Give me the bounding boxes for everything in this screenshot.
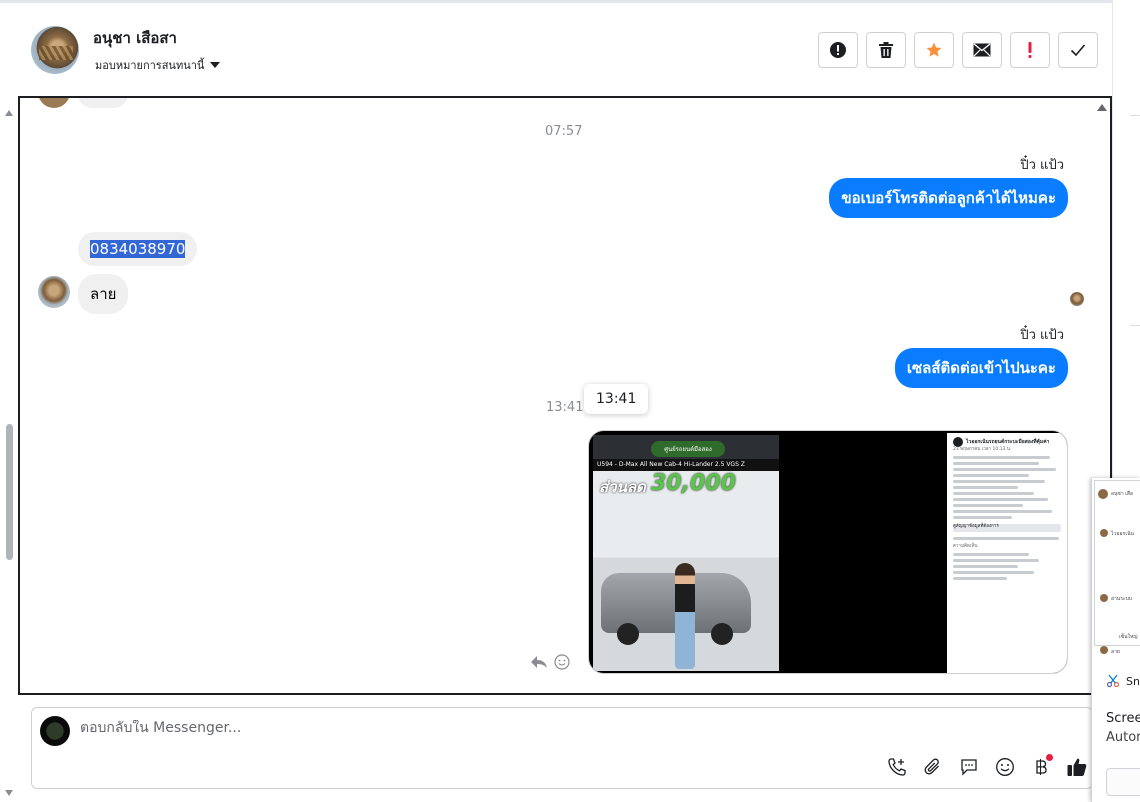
thumbs-up-icon [1067,758,1087,776]
panel-divider [1130,325,1140,326]
sender-name: ปิ๋ว แป้ว [1020,328,1064,343]
post-details-panel: ไวออกเน้นรถยนต์กระบะมือสองที่คุ้มค่า 23 … [947,433,1067,673]
saved-replies-button[interactable] [956,754,982,780]
important-button[interactable] [1010,32,1050,68]
scroll-up-arrow[interactable] [5,110,13,116]
emoji-button[interactable] [992,754,1018,780]
assign-conversation-dropdown[interactable]: มอบหมายการสนทนานี้ [95,56,221,74]
notification-subtitle: Autor [1106,730,1140,745]
preview-text: อนุชา เสือ [1111,491,1133,497]
payment-button[interactable] [1028,754,1054,780]
message-thread[interactable]: 07:57 ปิ๋ว แป้ว ขอเบอร์โทรติดต่อลูกค้าได… [18,96,1112,695]
avatar [1100,646,1108,654]
react-emoji-icon[interactable] [554,654,570,670]
sender-name: ปิ๋ว แป้ว [1020,158,1064,173]
page-scrollbar[interactable] [0,100,18,800]
snipping-app-header: Sn [1106,674,1140,688]
star-icon [926,42,942,57]
scroll-down-arrow[interactable] [5,790,13,796]
notification-dot [1046,754,1053,761]
add-call-button[interactable] [884,754,910,780]
caret-down-icon [210,62,221,68]
thread-scroll-up-arrow[interactable] [1097,104,1107,111]
preview-text: เซ็นใหญ่ [1119,634,1138,640]
reply-composer [31,707,1093,789]
discount-label: ส่วนลด [599,478,646,496]
message-actions [530,654,570,670]
page-icon [953,437,963,447]
chat-bubble-icon [961,759,977,776]
mark-done-button[interactable] [1058,32,1098,68]
app-name: Sn [1126,674,1140,688]
preview-text: ลาย [1111,649,1120,655]
header-actions [818,32,1098,68]
screenshot-preview[interactable]: อนุชา เสือ ไวออกเน้น อ่านระบบ เซ็นใหญ่ ล… [1094,480,1140,655]
envelope-icon [973,43,991,57]
baht-icon [1036,759,1047,775]
emoji-icon [996,758,1014,776]
contact-avatar[interactable] [31,26,79,74]
avatar [1100,594,1108,602]
timestamp-tooltip: 13:41 [584,384,649,414]
message-bubble-incoming[interactable] [78,98,128,108]
reply-icon[interactable] [530,655,548,669]
notification-action-button[interactable] [1106,768,1140,796]
reply-input[interactable] [80,720,780,736]
discount-amount: 30,000 [651,471,736,496]
post-cta-button: ดูสัญญาข้อมูลที่ต้องการ [953,524,1061,532]
contact-avatar-small[interactable] [38,276,70,308]
timestamp: 07:57 [545,124,583,139]
avatar [38,98,70,108]
post-page-title: ไวออกเน้นรถยนต์กระบะมือสองที่คุ้มค่า [966,439,1050,445]
checkmark-icon [1070,44,1086,57]
shared-post-attachment[interactable]: ศูนย์รถยนต์มือสอง U594 - D-Max All New C… [588,430,1068,674]
attach-button[interactable] [920,754,946,780]
trash-icon [879,42,893,58]
composer-toolbar [884,754,1090,780]
report-spam-button[interactable] [818,32,858,68]
preview-text: ไวออกเน้น [1111,531,1134,537]
comments-label: ความคิดเห็น [953,544,978,549]
post-date: 23 พฤษภาคม เวลา 10:13 น. [953,447,1012,452]
exclamation-circle-icon [830,42,846,58]
video-banner: U594 - D-Max All New Cab-4 Hi-Lander 2.5… [593,459,779,471]
conversation-header: อนุชา เสือสา มอบหมายการสนทนานี้ [18,14,1112,84]
message-bubble-outgoing[interactable]: ขอเบอร์โทรติดต่อลูกค้าได้ไหมคะ [829,178,1068,218]
exclamation-icon [1028,42,1032,58]
message-bubble-incoming[interactable]: ลาย [78,274,129,314]
add-call-icon [888,758,906,776]
scroll-thumb[interactable] [6,424,13,560]
screenshot-notification[interactable]: อนุชา เสือ ไวออกเน้น อ่านระบบ เซ็นใหญ่ ล… [1091,478,1140,802]
message-bubble-incoming[interactable]: 0834038970 [78,232,198,266]
person-image [675,563,695,669]
assign-label: มอบหมายการสนทนานี้ [95,59,205,72]
avatar [1098,489,1108,499]
timestamp: 13:41 [546,400,584,415]
preview-text: อ่านระบบ [1111,596,1132,602]
contact-name[interactable]: อนุชา เสือสา [93,26,177,50]
notification-title: Scree [1106,711,1140,726]
message-bubble-outgoing[interactable]: เซลส์ติดต่อเข้าไปนะคะ [894,348,1068,388]
like-button[interactable] [1064,754,1090,780]
delete-button[interactable] [866,32,906,68]
panel-divider [1130,115,1140,116]
top-divider [0,0,1112,3]
dealer-logo: ศูนย์รถยนต์มือสอง [651,441,725,457]
scissors-icon [1106,674,1120,688]
seen-indicator-avatar [1070,292,1084,306]
video-thumbnail[interactable]: ศูนย์รถยนต์มือสอง U594 - D-Max All New C… [593,435,779,671]
paperclip-icon [924,758,939,775]
page-avatar [40,716,70,746]
phone-number-text[interactable]: 0834038970 [90,240,186,258]
avatar [1100,529,1108,537]
mark-unread-button[interactable] [962,32,1002,68]
star-button[interactable] [914,32,954,68]
